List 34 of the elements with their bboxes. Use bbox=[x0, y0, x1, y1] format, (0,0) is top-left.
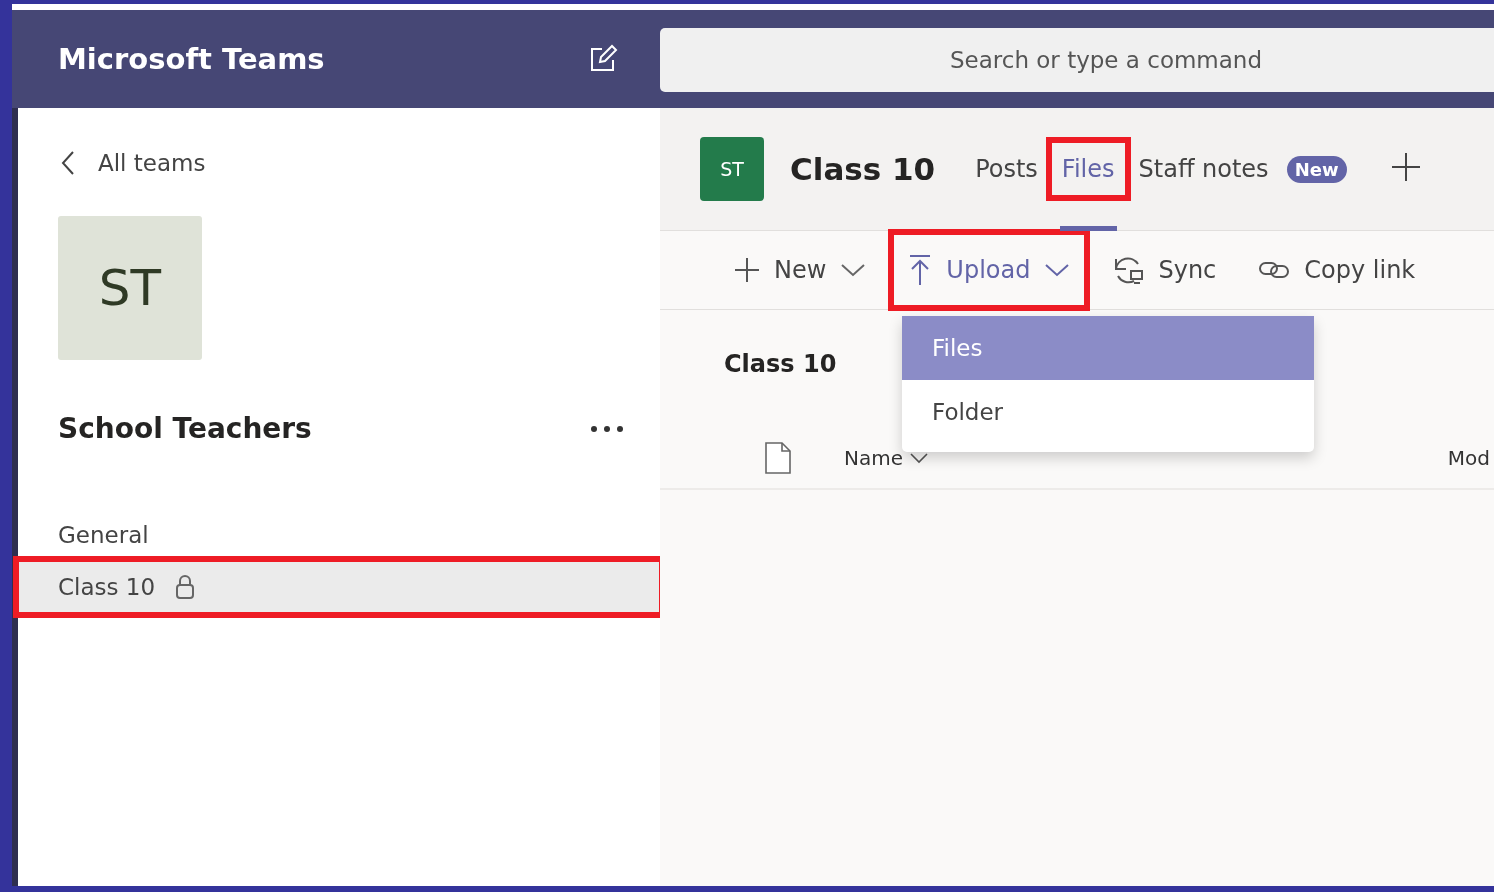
lock-icon bbox=[175, 574, 196, 600]
toolbar-button[interactable]: Copy link bbox=[1244, 235, 1430, 305]
new-badge: New bbox=[1286, 155, 1347, 183]
sort-chevron-icon bbox=[909, 452, 929, 464]
back-link[interactable]: All teams bbox=[98, 150, 206, 176]
channel-avatar: ST bbox=[700, 137, 764, 201]
column-header[interactable]: Name bbox=[844, 446, 929, 470]
tab-underline bbox=[1059, 226, 1117, 231]
plus-icon bbox=[734, 257, 760, 283]
toolbar-button[interactable]: Upload bbox=[894, 235, 1085, 305]
chevron-down-icon bbox=[840, 262, 867, 278]
upload-icon bbox=[908, 254, 933, 286]
folder-title: Class 10 bbox=[724, 350, 838, 378]
sync-icon bbox=[1112, 255, 1145, 285]
toolbar-button[interactable]: New bbox=[720, 235, 881, 305]
add-tab-icon[interactable] bbox=[1390, 152, 1421, 182]
document-icon bbox=[764, 441, 792, 475]
link-icon bbox=[1258, 261, 1291, 279]
compose-icon[interactable] bbox=[588, 44, 618, 74]
tab[interactable]: Posts bbox=[965, 143, 1048, 195]
tab[interactable]: Files bbox=[1051, 143, 1125, 195]
team-avatar: ST bbox=[58, 216, 202, 360]
tab[interactable]: Staff notes New bbox=[1128, 143, 1357, 195]
toolbar-button[interactable]: Sync bbox=[1098, 235, 1231, 305]
more-options-icon[interactable] bbox=[590, 424, 624, 433]
chevron-down-icon bbox=[1044, 262, 1071, 278]
menu-item[interactable]: Folder bbox=[902, 380, 1314, 444]
team-name: School Teachers bbox=[58, 412, 312, 445]
search-field[interactable]: Search or type a command bbox=[660, 28, 1494, 92]
channel-title: Class 10 bbox=[790, 151, 936, 187]
app-title: Microsoft Teams bbox=[58, 42, 325, 76]
column-header[interactable]: Mod bbox=[1447, 446, 1490, 470]
back-chevron-icon[interactable] bbox=[60, 150, 76, 176]
channel-item[interactable]: General bbox=[18, 509, 660, 561]
